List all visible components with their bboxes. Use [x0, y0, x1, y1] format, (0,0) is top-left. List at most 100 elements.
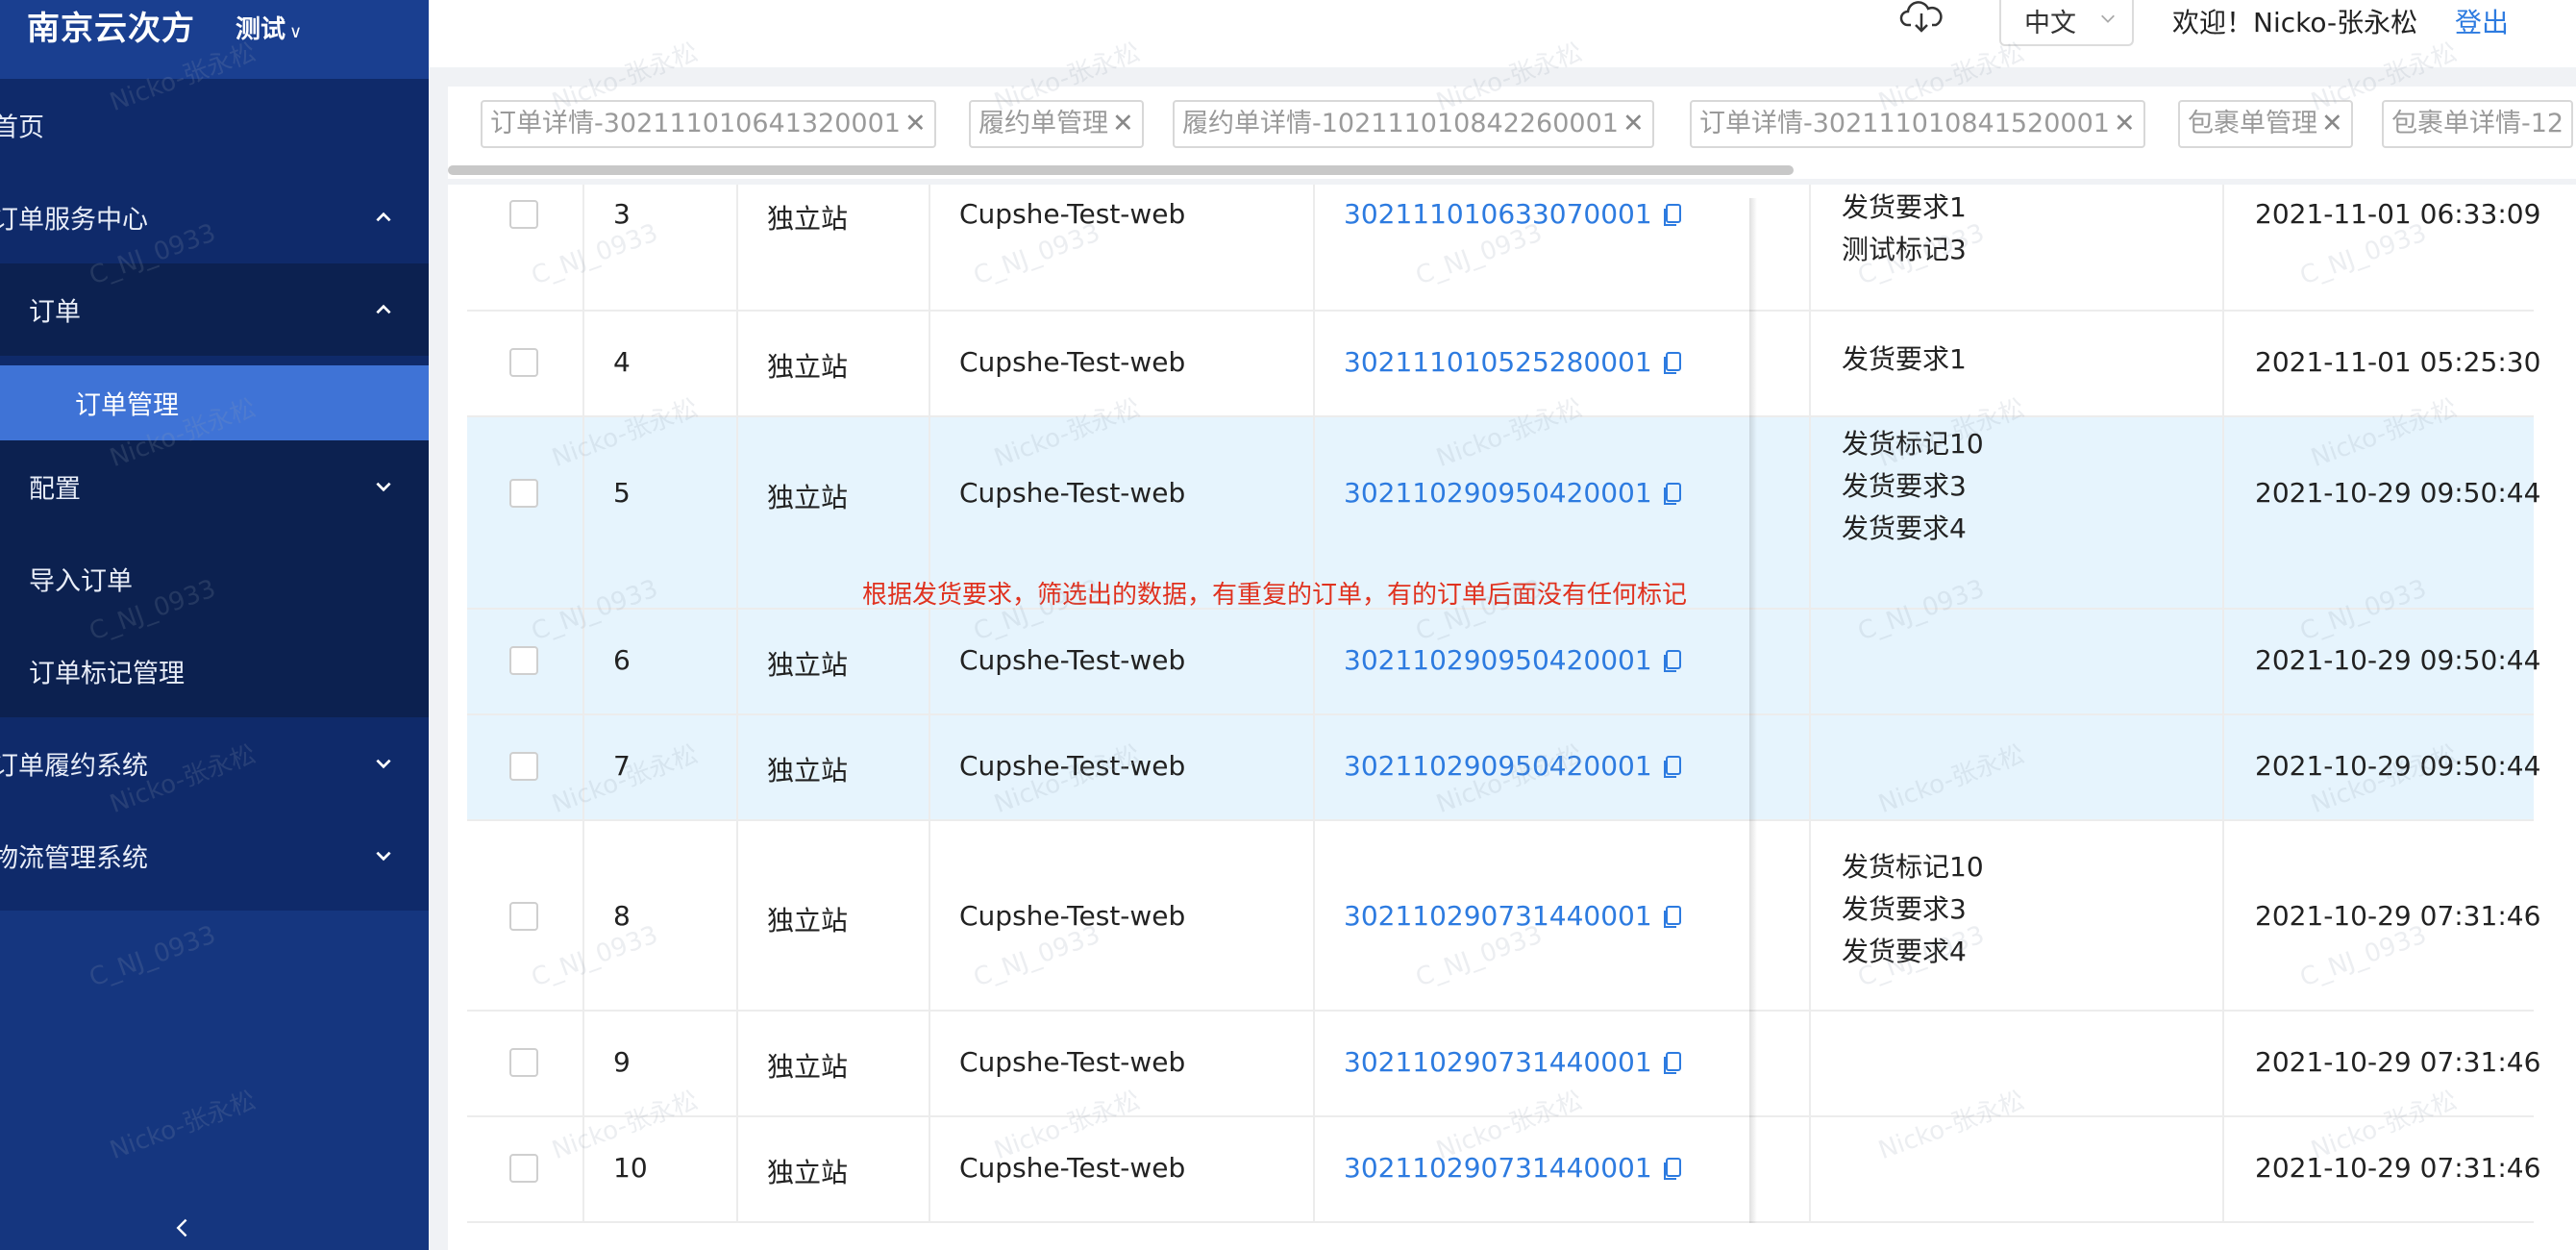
mark-tag: 测试标记3	[1842, 234, 1967, 265]
close-icon[interactable]: ✕	[1112, 109, 1134, 138]
row-number: 4	[613, 346, 631, 378]
order-number-cell: 302111010633070001	[1344, 198, 1683, 230]
table-row[interactable]: 6 独立站 Cupshe-Test-web 302110290950420001…	[467, 610, 2540, 715]
tab-label: 订单详情-302111010641320001	[490, 109, 901, 138]
marks-cell: 发货要求1	[1842, 338, 1967, 381]
sidebar-item-import-orders[interactable]: 导入订单	[0, 533, 429, 625]
order-number-link[interactable]: 302110290731440001	[1344, 1046, 1652, 1078]
row-number: 8	[613, 900, 631, 932]
tab-label: 包裹单管理	[2188, 109, 2317, 138]
marks-cell: 发货标记10 发货要求3 发货要求4	[1842, 846, 1984, 973]
created-time-cell: 2021-10-29 09:50:44	[2255, 477, 2541, 509]
order-number-link[interactable]: 302110290950420001	[1344, 750, 1652, 782]
table-row[interactable]: 10 独立站 Cupshe-Test-web 30211029073144000…	[467, 1117, 2540, 1223]
order-number-cell: 302110290731440001	[1344, 1152, 1683, 1184]
logout-link[interactable]: 登出	[2455, 2, 2509, 40]
table-row[interactable]: 4 独立站 Cupshe-Test-web 302111010525280001…	[467, 312, 2540, 417]
order-number-cell: 302110290731440001	[1344, 1046, 1683, 1078]
close-icon[interactable]: ✕	[1622, 109, 1645, 138]
tab-order-detail-2[interactable]: 订单详情-302111010841520001 ✕	[1690, 100, 2145, 148]
chevron-up-icon	[376, 212, 391, 222]
row-checkbox[interactable]	[509, 752, 538, 781]
row-checkbox[interactable]	[509, 1154, 538, 1183]
sidebar-item-order-service-center[interactable]: 订单服务中心	[0, 171, 429, 263]
copy-icon[interactable]	[1662, 482, 1683, 507]
created-time-cell: 2021-10-29 09:50:44	[2255, 644, 2541, 676]
sidebar-item-label: 配置	[29, 474, 81, 505]
close-icon[interactable]: ✕	[904, 109, 927, 138]
sidebar-item-order-mark-management[interactable]: 订单标记管理	[0, 625, 429, 717]
row-checkbox[interactable]	[509, 348, 538, 377]
sidebar-item-home[interactable]: 首页	[0, 79, 429, 171]
order-number-link[interactable]: 302111010633070001	[1344, 198, 1652, 230]
copy-icon[interactable]	[1662, 905, 1683, 930]
row-checkbox[interactable]	[509, 200, 538, 229]
sidebar-item-label: 订单标记管理	[29, 659, 185, 689]
tab-package-management[interactable]: 包裹单管理 ✕	[2178, 100, 2353, 148]
row-number: 6	[613, 644, 631, 676]
brand-logo-text[interactable]: 南京云次方	[27, 2, 195, 49]
copy-icon[interactable]	[1662, 1051, 1683, 1076]
order-number-cell: 302110290950420001	[1344, 644, 1683, 676]
sidebar-item-logistics-system[interactable]: 物流管理系统	[0, 810, 429, 902]
copy-icon[interactable]	[1662, 1157, 1683, 1182]
order-number-link[interactable]: 302110290731440001	[1344, 900, 1652, 932]
tab-fulfillment-management[interactable]: 履约单管理 ✕	[969, 100, 1144, 148]
sidebar-item-label: 订单服务中心	[0, 205, 148, 236]
channel-cell: 独立站	[767, 1051, 849, 1083]
tab-order-detail-1[interactable]: 订单详情-302111010641320001 ✕	[481, 100, 936, 148]
mark-tag: 发货标记10	[1842, 851, 1984, 883]
tab-package-detail[interactable]: 包裹单详情-12	[2382, 100, 2574, 148]
chevron-down-icon	[376, 851, 391, 862]
copy-icon[interactable]	[1662, 755, 1683, 780]
sidebar-item-order-management[interactable]: 订单管理	[0, 365, 429, 440]
top-bar: 中文 欢迎！Nicko-张永松 登出	[429, 0, 2576, 67]
table-row[interactable]: 7 独立站 Cupshe-Test-web 302110290950420001…	[467, 715, 2540, 821]
created-time-cell: 2021-11-01 06:33:09	[2255, 198, 2541, 230]
created-time-cell: 2021-10-29 07:31:46	[2255, 900, 2541, 932]
welcome-text: 欢迎！Nicko-张永松	[2172, 7, 2418, 38]
order-number-link[interactable]: 302110290731440001	[1344, 1152, 1652, 1184]
chevron-up-icon	[376, 304, 391, 314]
environment-label: 测试	[235, 15, 286, 44]
sidebar-item-config[interactable]: 配置	[0, 440, 429, 533]
tab-fulfillment-detail[interactable]: 履约单详情-102111010842260001 ✕	[1173, 100, 1654, 148]
store-cell: Cupshe-Test-web	[959, 1152, 1186, 1184]
row-checkbox[interactable]	[509, 479, 538, 508]
sidebar-item-order-fulfillment-system[interactable]: 订单履约系统	[0, 717, 429, 810]
close-icon[interactable]: ✕	[2321, 109, 2343, 138]
fixed-column-shadow	[1749, 198, 1757, 1223]
order-number-link[interactable]: 302111010525280001	[1344, 346, 1652, 378]
channel-cell: 独立站	[767, 482, 849, 513]
order-number-link[interactable]: 302110290950420001	[1344, 644, 1652, 676]
created-time-cell: 2021-10-29 09:50:44	[2255, 750, 2541, 782]
mark-tag: 发货要求4	[1842, 936, 1967, 967]
table-row[interactable]: 9 独立站 Cupshe-Test-web 302110290731440001…	[467, 1012, 2540, 1117]
sidebar-item-label: 订单	[29, 297, 81, 328]
environment-switcher[interactable]: 测试 ∨	[235, 10, 302, 45]
mark-tag: 发货要求4	[1842, 512, 1967, 544]
row-checkbox[interactable]	[509, 646, 538, 675]
tabs-scrollbar[interactable]	[448, 165, 1794, 175]
chevron-down-icon	[2101, 14, 2115, 23]
row-checkbox[interactable]	[509, 1048, 538, 1077]
chevron-down-icon: ∨	[289, 22, 303, 42]
order-number-cell: 302110290950420001	[1344, 750, 1683, 782]
order-number-cell: 302111010525280001	[1344, 346, 1683, 378]
cloud-download-icon[interactable]	[1899, 0, 1944, 35]
order-number-link[interactable]: 302110290950420001	[1344, 477, 1652, 509]
copy-icon[interactable]	[1662, 203, 1683, 228]
row-checkbox[interactable]	[509, 902, 538, 931]
sidebar-item-orders[interactable]: 订单	[0, 263, 429, 356]
close-icon[interactable]: ✕	[2114, 109, 2136, 138]
collapse-sidebar-icon[interactable]	[171, 1216, 194, 1239]
table-row[interactable]: 8 独立站 Cupshe-Test-web 302110290731440001…	[467, 821, 2540, 1012]
table-row[interactable]: 3 独立站 Cupshe-Test-web 302111010633070001…	[467, 185, 2540, 312]
language-select[interactable]: 中文	[1999, 0, 2134, 46]
sidebar-item-label: 订单管理	[75, 390, 179, 421]
copy-icon[interactable]	[1662, 649, 1683, 674]
created-time-cell: 2021-10-29 07:31:46	[2255, 1152, 2541, 1184]
copy-icon[interactable]	[1662, 351, 1683, 376]
channel-cell: 独立站	[767, 351, 849, 383]
store-cell: Cupshe-Test-web	[959, 198, 1186, 230]
